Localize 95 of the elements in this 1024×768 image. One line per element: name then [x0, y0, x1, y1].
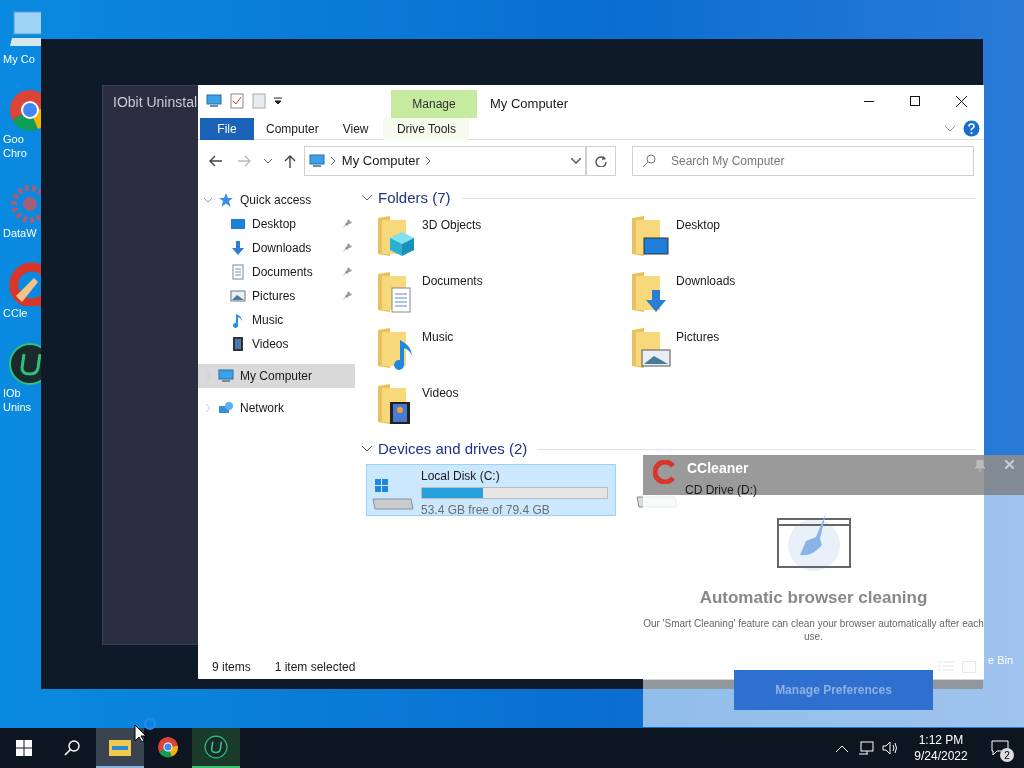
properties-icon[interactable]	[230, 93, 244, 109]
search-icon	[64, 740, 80, 756]
free-space-text: 53.4 GB free of 79.4 GB	[421, 502, 551, 519]
close-icon	[955, 95, 967, 107]
chevron-down-icon[interactable]	[362, 195, 372, 201]
nav-item[interactable]: Music	[198, 308, 355, 332]
pin-icon[interactable]	[342, 291, 352, 301]
ccleaner-icon[interactable]	[8, 262, 41, 306]
drive-name: Local Disk (C:)	[421, 468, 500, 485]
folder-picture-icon[interactable]	[630, 326, 672, 370]
drive-name: CD Drive (D:)	[685, 482, 757, 499]
chevron-right-icon[interactable]	[425, 157, 431, 165]
notification-count: 2	[1000, 748, 1014, 762]
chevron-down-icon[interactable]	[571, 158, 582, 164]
taskbar-app[interactable]	[96, 728, 144, 768]
popup-body: Our 'Smart Cleaning' feature can clean your browser automatically after each use.	[642, 616, 985, 643]
ribbon-tab[interactable]: File	[200, 117, 254, 140]
help-icon[interactable]	[963, 120, 980, 137]
popup-title: CCleaner	[687, 460, 749, 476]
folder-name[interactable]: Documents	[422, 270, 483, 290]
nav-item[interactable]: My Computer	[198, 364, 355, 388]
popup-heading: Automatic browser cleaning	[699, 587, 928, 609]
chevron-right-icon[interactable]	[330, 157, 336, 165]
notifications-button[interactable]: 2	[976, 728, 1024, 768]
chevron-down-icon[interactable]	[362, 446, 372, 452]
chevron-down-icon[interactable]	[263, 158, 272, 164]
window-title: IObit Uninstal	[113, 93, 198, 112]
ribbon-tab[interactable]: Drive Tools	[383, 117, 470, 140]
uninstaller-icon	[204, 735, 228, 759]
icon-label: DataW	[2, 226, 37, 240]
chrome-icon	[157, 736, 179, 758]
network-icon[interactable]	[858, 741, 874, 755]
nav-item[interactable]: Videos	[198, 332, 355, 356]
folder-desktop-icon[interactable]	[630, 214, 672, 258]
volume-icon[interactable]	[882, 741, 898, 755]
icon-label: CCle	[2, 306, 28, 320]
nav-item[interactable]: Network	[198, 396, 355, 420]
nav-item[interactable]: Desktop	[198, 212, 355, 236]
uninstaller-icon[interactable]	[8, 342, 41, 386]
film-icon	[230, 336, 246, 352]
nav-item[interactable]: Documents	[198, 260, 355, 284]
status-text: 9 items	[212, 659, 251, 676]
nav-item[interactable]: Quick access	[198, 188, 355, 212]
picture-icon	[230, 288, 246, 304]
drive-tile[interactable]: Local Disk (C:) 53.4 GB free of 79.4 GB	[366, 464, 616, 516]
address-bar[interactable]: My Computer	[303, 146, 587, 176]
network-icon	[218, 400, 234, 416]
breadcrumb[interactable]: My Computer	[341, 151, 420, 171]
nav-item[interactable]: Downloads	[198, 236, 355, 260]
icon-label: My Co	[2, 52, 35, 66]
back-arrow-icon[interactable]	[208, 155, 222, 167]
group-heading[interactable]: Devices and drives (2)	[378, 437, 528, 461]
folder-icon	[109, 738, 131, 756]
hard-drive-icon[interactable]	[371, 477, 415, 513]
download-icon	[230, 240, 246, 256]
folder-name[interactable]: Music	[422, 326, 454, 346]
star-icon	[218, 192, 234, 208]
folder-name[interactable]: Pictures	[676, 326, 720, 346]
window-title: My Computer	[490, 95, 569, 113]
folder-name[interactable]: Videos	[422, 382, 459, 402]
icon-label: IOb Unins	[2, 386, 32, 414]
computer-icon	[308, 153, 325, 169]
icon-label: e Bin	[988, 653, 1014, 668]
taskbar-app[interactable]	[192, 728, 240, 768]
ribbon-tab[interactable]: View	[330, 117, 381, 140]
search-icon	[642, 154, 656, 168]
minimize-icon	[864, 100, 874, 102]
windows-logo-icon	[16, 740, 32, 756]
pin-icon[interactable]	[342, 267, 352, 277]
nav-item[interactable]: Pictures	[198, 284, 355, 308]
maximize-icon	[910, 96, 920, 106]
pin-icon[interactable]	[342, 219, 352, 229]
up-arrow-icon[interactable]	[283, 154, 296, 168]
search-field[interactable]: Search My Computer	[632, 146, 974, 176]
document-icon	[230, 264, 246, 280]
browser-broom-icon	[775, 511, 852, 571]
context-tab-header: Manage	[391, 90, 477, 118]
refresh-icon	[595, 155, 608, 167]
group-heading[interactable]: Folders (7)	[378, 186, 451, 210]
folder-name[interactable]: Downloads	[676, 270, 736, 290]
ccleaner-icon	[653, 460, 677, 484]
ribbon-tab[interactable]: Computer	[254, 117, 331, 140]
icon-label: Goo Chro	[2, 132, 27, 160]
chevron-up-icon[interactable]	[836, 744, 848, 752]
computer-icon	[206, 93, 222, 109]
computer-icon	[218, 368, 234, 384]
dropdown-icon[interactable]	[274, 97, 282, 105]
clock-date[interactable]: 9/24/2022	[914, 748, 968, 764]
pin-icon[interactable]	[342, 243, 352, 253]
folder-name[interactable]: Desktop	[676, 214, 721, 234]
folder-name[interactable]: 3D Objects	[422, 214, 482, 234]
status-text: 1 item selected	[274, 659, 356, 676]
desktop-icon	[230, 216, 246, 232]
refresh-button[interactable]	[586, 146, 616, 176]
clock-time[interactable]: 1:12 PM	[918, 732, 964, 748]
